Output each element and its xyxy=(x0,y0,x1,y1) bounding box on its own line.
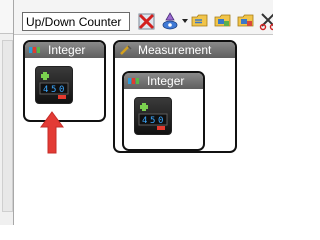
cut-icon xyxy=(259,11,273,31)
measurement-card-header[interactable]: Measurement xyxy=(115,42,235,58)
options-button[interactable] xyxy=(160,11,180,31)
folder-open-icon xyxy=(190,11,210,31)
folder-open-button[interactable] xyxy=(190,11,210,31)
svg-text:5: 5 xyxy=(150,116,155,126)
delete-icon xyxy=(137,11,157,31)
integer-card-header[interactable]: Integer xyxy=(25,42,104,58)
left-panel-edge xyxy=(0,0,14,225)
left-panel-scrollbar[interactable] xyxy=(2,40,13,212)
nested-integer-card-header[interactable]: Integer xyxy=(124,73,203,89)
folder-remove-button[interactable] xyxy=(236,11,256,31)
folder-remove-icon xyxy=(236,11,256,31)
delete-button[interactable] xyxy=(137,11,157,31)
integer-counter-icon[interactable]: 4 5 0 xyxy=(134,97,172,135)
integer-card-title: Integer xyxy=(48,43,86,57)
integer-type-icon xyxy=(128,75,142,87)
left-panel-header xyxy=(0,0,13,34)
folder-add-button[interactable] xyxy=(213,11,233,31)
svg-text:4: 4 xyxy=(43,85,48,95)
svg-text:5: 5 xyxy=(51,85,56,95)
cut-button[interactable] xyxy=(259,11,273,31)
integer-counter-icon[interactable]: 4 5 0 xyxy=(35,66,73,104)
svg-text:4: 4 xyxy=(142,116,147,126)
integer-type-icon xyxy=(29,44,43,56)
nested-integer-card-title: Integer xyxy=(147,74,185,88)
measurement-card[interactable]: Measurement Integer 4 5 0 xyxy=(113,40,237,153)
svg-text:0: 0 xyxy=(59,85,64,95)
options-icon xyxy=(160,11,180,31)
chevron-down-icon[interactable] xyxy=(182,19,188,23)
folder-add-icon xyxy=(213,11,233,31)
measurement-icon xyxy=(119,44,133,56)
svg-text:0: 0 xyxy=(158,116,163,126)
pointer-arrow-icon xyxy=(39,110,65,155)
measurement-card-title: Measurement xyxy=(138,43,212,57)
nested-integer-card[interactable]: Integer 4 5 0 xyxy=(122,71,205,151)
search-input[interactable] xyxy=(22,12,130,31)
